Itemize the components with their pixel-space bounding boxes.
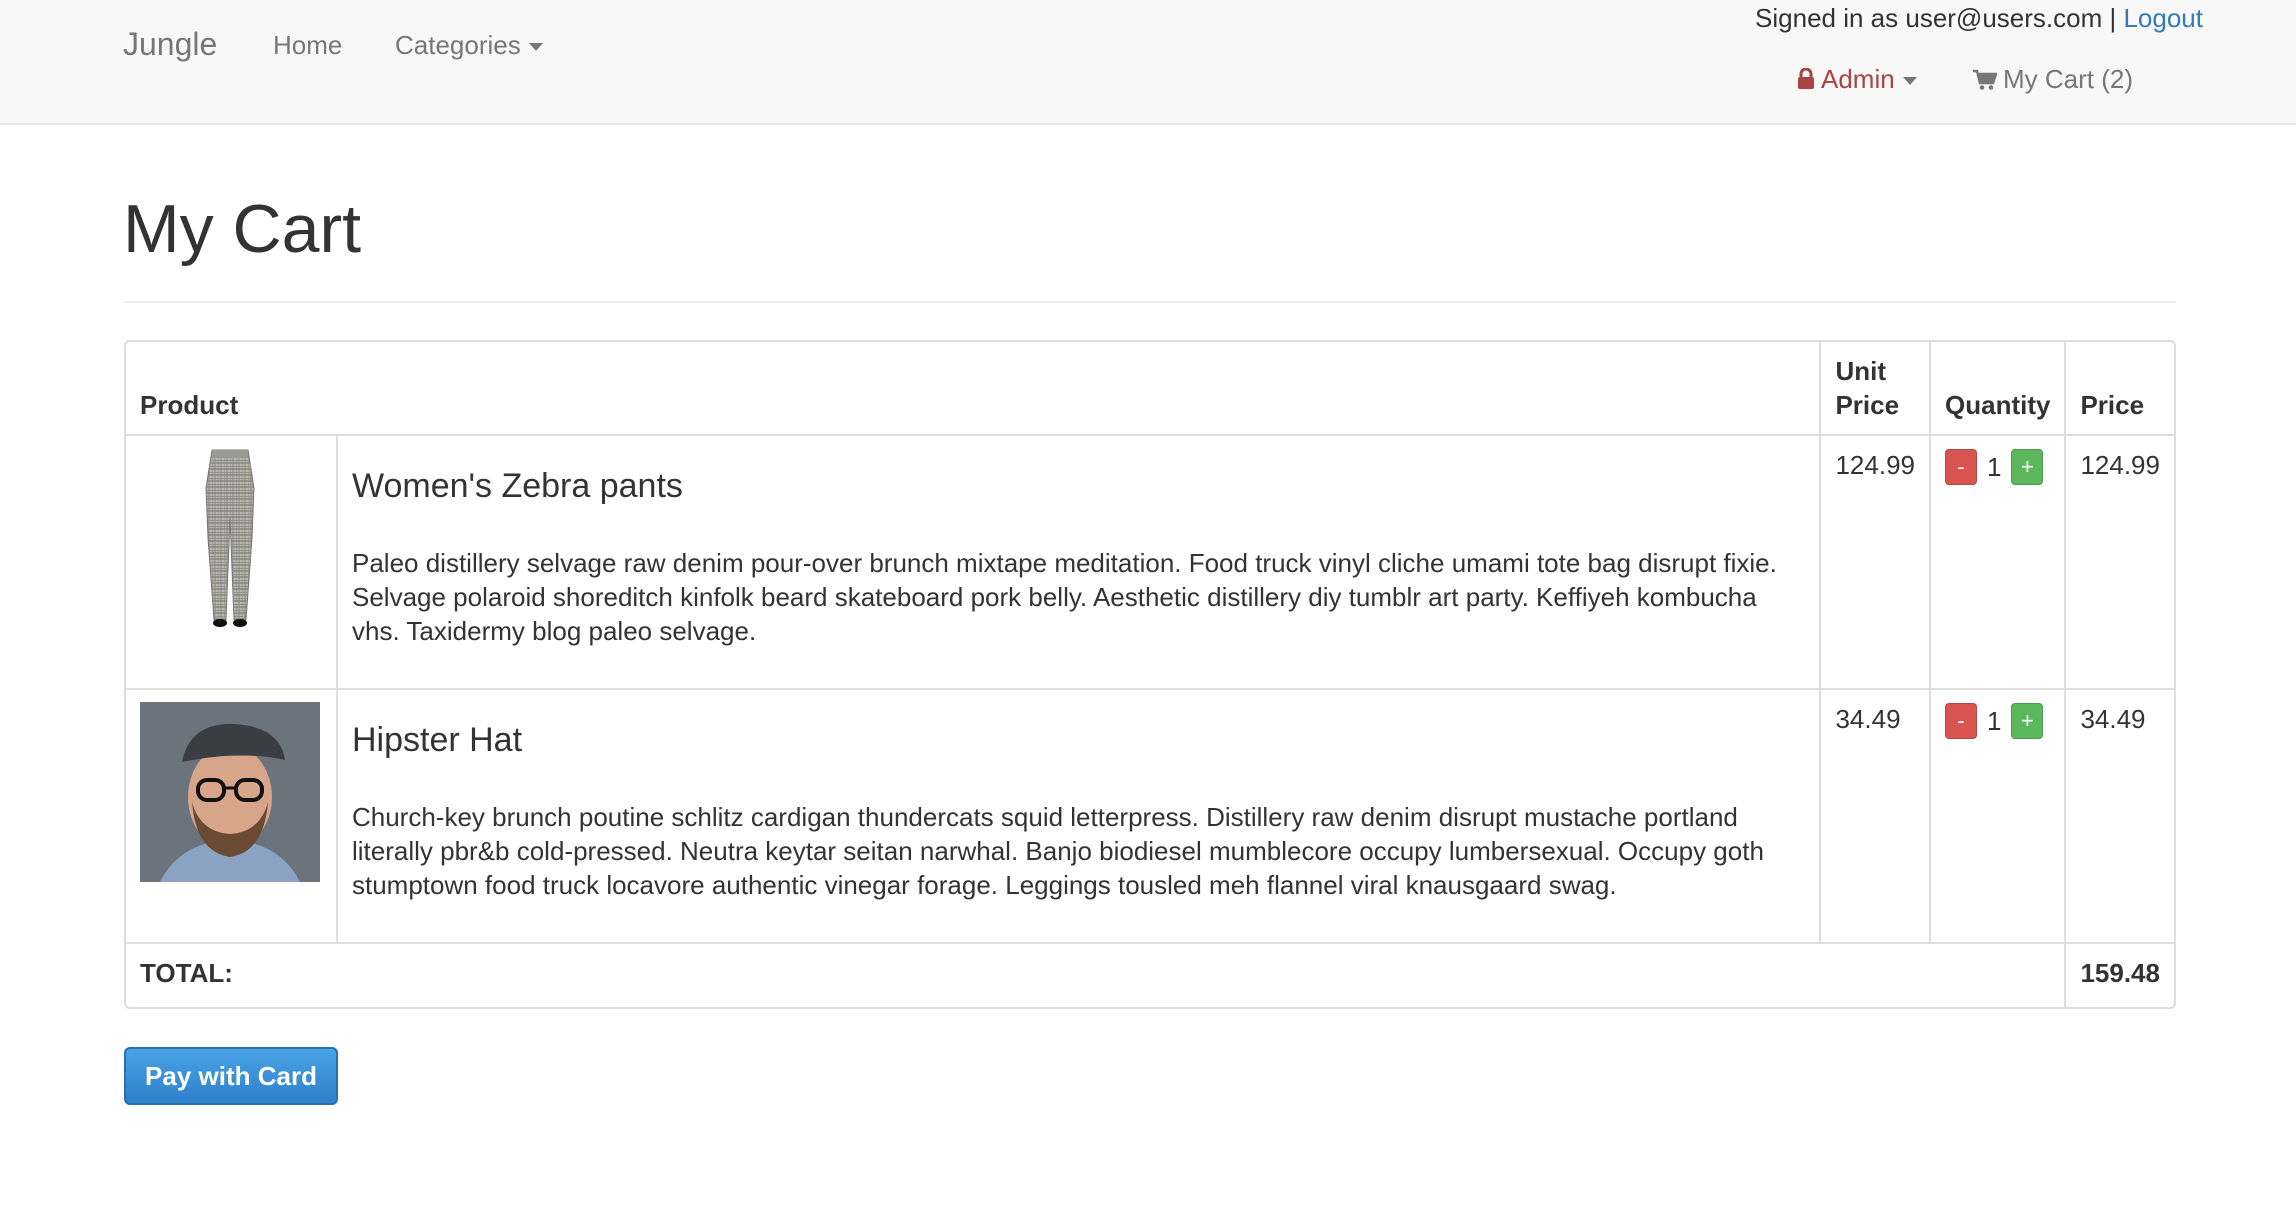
unit-price-cell: 34.49 — [1819, 688, 1931, 943]
signed-in-text: Signed in as user@users.com | — [1755, 3, 2117, 33]
caret-down-icon — [528, 43, 543, 52]
my-cart-label: My Cart (2) — [2003, 64, 2133, 94]
table-row: Women's Zebra pants Paleo distillery sel… — [126, 434, 2174, 690]
cart-icon — [1973, 67, 1998, 98]
table-header-row: Product Unit Price Quantity Price — [126, 342, 2174, 436]
product-image-cell — [126, 434, 338, 690]
signed-in-status: Signed in as user@users.com | Logout — [1755, 3, 2203, 34]
quantity-stepper: -1 + — [1945, 449, 2044, 486]
caret-down-icon — [1902, 77, 1917, 86]
unit-price-cell: 124.99 — [1819, 434, 1931, 690]
header-price: Price — [2064, 342, 2174, 436]
admin-dropdown[interactable]: Admin — [1797, 64, 1917, 97]
quantity-value: 1 — [1987, 706, 2002, 737]
increase-quantity-button[interactable]: + — [2011, 449, 2044, 486]
price-cell: 124.99 — [2064, 434, 2174, 690]
product-image-cell — [126, 688, 338, 943]
my-cart-link[interactable]: My Cart (2) — [1973, 64, 2133, 98]
table-row: Hipster Hat Church-key brunch poutine sc… — [126, 688, 2174, 943]
product-name[interactable]: Women's Zebra pants — [352, 466, 1805, 506]
total-value: 159.48 — [2064, 942, 2174, 1007]
nav-home-link[interactable]: Home — [273, 30, 342, 61]
header-product: Product — [126, 342, 1822, 436]
product-image-hipster-hat[interactable] — [140, 702, 320, 882]
navbar: Jungle Home Categories Signed in as user… — [0, 0, 2296, 125]
header-unit-price: Unit Price — [1819, 342, 1931, 436]
nav-categories-label: Categories — [395, 30, 521, 60]
page-title: My Cart — [123, 191, 361, 267]
lock-icon — [1797, 66, 1815, 97]
quantity-cell: -1 + — [1928, 688, 2067, 943]
logout-link[interactable]: Logout — [2123, 3, 2203, 33]
pay-with-card-button[interactable]: Pay with Card — [124, 1047, 338, 1105]
title-divider — [124, 301, 2176, 303]
quantity-value: 1 — [1987, 452, 2002, 483]
total-label: TOTAL: — [126, 942, 2067, 1007]
product-image-zebra-pants[interactable] — [140, 448, 320, 628]
quantity-cell: -1 + — [1928, 434, 2067, 690]
header-quantity: Quantity — [1928, 342, 2067, 436]
total-row: TOTAL: 159.48 — [126, 942, 2174, 1007]
product-info-cell: Hipster Hat Church-key brunch poutine sc… — [335, 688, 1822, 943]
product-description: Paleo distillery selvage raw denim pour-… — [351, 548, 1777, 646]
decrease-quantity-button[interactable]: - — [1945, 449, 1977, 486]
brand-link[interactable]: Jungle — [123, 26, 217, 63]
product-info-cell: Women's Zebra pants Paleo distillery sel… — [335, 434, 1822, 690]
product-name[interactable]: Hipster Hat — [352, 720, 1805, 760]
decrease-quantity-button[interactable]: - — [1945, 703, 1977, 740]
product-description: Church-key brunch poutine schlitz cardig… — [351, 802, 1764, 900]
quantity-stepper: -1 + — [1945, 703, 2044, 740]
nav-categories-dropdown[interactable]: Categories — [395, 30, 543, 61]
cart-table: Product Unit Price Quantity Price Women'… — [124, 340, 2176, 1009]
price-cell: 34.49 — [2064, 688, 2174, 943]
admin-label: Admin — [1821, 64, 1895, 94]
increase-quantity-button[interactable]: + — [2011, 703, 2044, 740]
